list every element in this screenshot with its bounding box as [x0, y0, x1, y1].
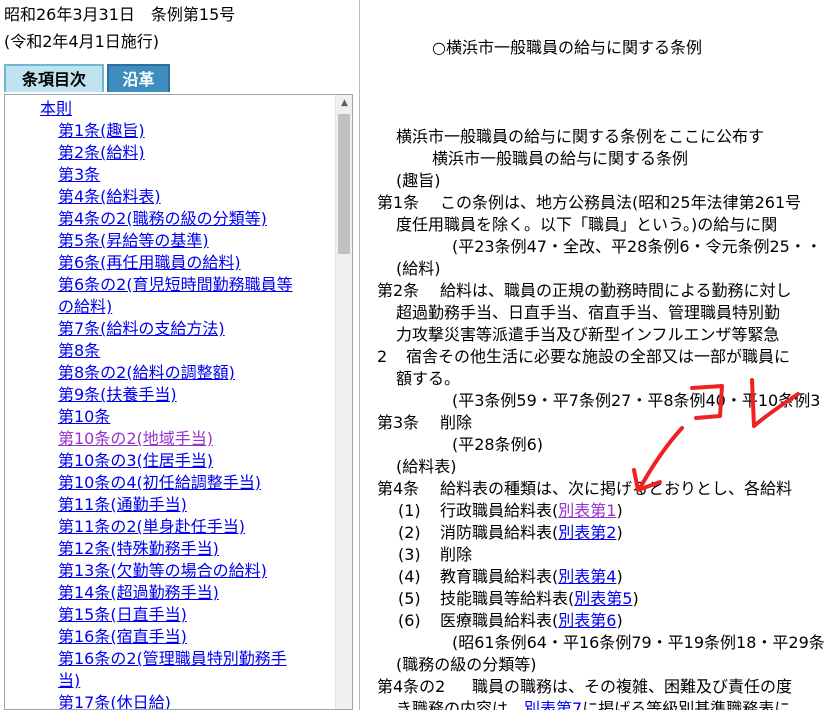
article-2-paragraph-2: 宿舎その他生活に必要な施設の全部又は一部が職員に	[406, 347, 791, 366]
toc-item[interactable]: 第16条の2(管理職員特別勤務手	[58, 648, 287, 670]
toc-panel: 本則 第1条(趣旨) 第2条(給料) 第3条 第4条(給料表) 第4条の2(職務…	[4, 94, 353, 710]
article-2-text: 給料は、職員の正規の勤務時間による勤務に対し	[440, 281, 792, 300]
article-2-text: 力攻撃災害等派遣手当及び新型インフルエンザ等緊急	[396, 325, 780, 344]
item-text: 医療職員給料表(	[440, 611, 559, 630]
article-4-item: 技能職員等給料表(別表第5)	[440, 588, 639, 610]
article-2-label: 第2条	[377, 281, 420, 300]
toc-item[interactable]: 第15条(日直手当)	[58, 604, 187, 626]
article-3-text: 削除	[440, 413, 473, 432]
toc-item[interactable]: 第4条の2(職務の級の分類等)	[58, 208, 267, 230]
toc-item[interactable]: 第11条(通勤手当)	[58, 494, 187, 516]
item-text: 行政職員給料表(	[440, 501, 559, 520]
article-2-history: (平3条例59・平7条例27・平8条例40・平10条例3	[452, 391, 821, 410]
toc-item[interactable]: 第16条(宿直手当)	[58, 626, 187, 648]
toc-item[interactable]: 当)	[58, 670, 80, 692]
left-pane: 昭和26年3月31日 条例第15号 (令和2年4月1日施行) 条項目次 沿革 本…	[0, 0, 359, 710]
appendix-table-4-link[interactable]: 別表第4	[558, 567, 616, 586]
toc-item[interactable]: 第5条(昇給等の基準)	[58, 230, 209, 252]
article-1-text: この条例は、地方公務員法(昭和25年法律第261号	[440, 193, 802, 212]
item-number: (2)	[398, 523, 421, 542]
item-close: )	[616, 611, 623, 630]
toc-item[interactable]: 第10条の4(初任給調整手当)	[58, 472, 261, 494]
scroll-thumb[interactable]	[338, 114, 350, 254]
toc-item-main-provisions[interactable]: 本則	[40, 98, 72, 120]
law-name: 横浜市一般職員の給与に関する条例	[432, 149, 689, 168]
item-number: (3)	[398, 545, 421, 564]
article-3-history: (平28条例6)	[452, 435, 544, 454]
tab-history[interactable]: 沿革	[107, 64, 170, 92]
appendix-table-1-link[interactable]: 別表第1	[558, 501, 616, 520]
promulgation-text: 横浜市一般職員の給与に関する条例をここに公布す	[396, 127, 765, 146]
article-1-label: 第1条	[377, 193, 420, 212]
tab-article-toc[interactable]: 条項目次	[4, 64, 104, 92]
article-4-history: (昭61条例64・平16条例79・平19条例18・平29条	[452, 633, 825, 652]
item-close: )	[632, 589, 639, 608]
heading-salary: (給料)	[396, 259, 441, 278]
toc-item[interactable]: 第10条	[58, 406, 110, 428]
article-4-label: 第4条	[377, 479, 420, 498]
appendix-table-7-link[interactable]: 別表第7	[524, 699, 582, 710]
article-4-item: 教育職員給料表(別表第4)	[440, 566, 623, 588]
heading-purpose: (趣旨)	[396, 171, 441, 190]
toc-item[interactable]: 第11条の2(単身赴任手当)	[58, 516, 245, 538]
toc-item[interactable]: 第7条(給料の支給方法)	[58, 318, 225, 340]
article-2-paragraph-2: 額する。	[396, 369, 461, 388]
appendix-table-6-link[interactable]: 別表第6	[558, 611, 616, 630]
item-close: )	[616, 501, 623, 520]
article-4-item: 医療職員給料表(別表第6)	[440, 610, 623, 632]
enactment-date: 昭和26年3月31日 条例第15号	[4, 5, 236, 24]
item-number: (4)	[398, 567, 421, 586]
article-3-label: 第3条	[377, 413, 420, 432]
toc-item[interactable]: 第14条(超過勤務手当)	[58, 582, 219, 604]
paragraph-number: 2	[377, 347, 388, 366]
toc-item[interactable]: 第6条の2(育児短時間勤務職員等	[58, 274, 293, 296]
toc-item[interactable]: 第9条(扶養手当)	[58, 384, 177, 406]
document-pane: ○横浜市一般職員の給与に関する条例 横浜市一般職員の給与に関する条例をここに公布…	[360, 0, 832, 710]
text-fragment: に掲げる等級別基準職務表に	[582, 699, 791, 710]
article-4-2-label: 第4条の2	[377, 677, 446, 696]
effective-date: (令和2年4月1日施行)	[4, 32, 160, 51]
toc-item[interactable]: 第8条	[58, 340, 100, 362]
toc-item[interactable]: 第6条(再任用職員の給料)	[58, 252, 241, 274]
article-1-text: 度任用職員を除く。以下「職員」という。)の給与に関	[396, 215, 778, 234]
toc-item[interactable]: 第13条(欠勤等の場合の給料)	[58, 560, 267, 582]
article-4-item: 消防職員給料表(別表第2)	[440, 522, 623, 544]
toc-item[interactable]: 第2条(給料)	[58, 142, 145, 164]
article-4-2-text: 職員の職務は、その複雑、困難及び責任の度	[472, 677, 793, 696]
toc-item[interactable]: 第3条	[58, 164, 100, 186]
item-text: 教育職員給料表(	[440, 567, 559, 586]
toc-scrollbar[interactable]: ▲	[335, 95, 352, 709]
toc-item[interactable]: 第1条(趣旨)	[58, 120, 145, 142]
article-1-history: (平23条例47・全改、平28条例6・令元条例25・・	[452, 237, 822, 256]
document-title: ○横浜市一般職員の給与に関する条例	[432, 38, 702, 57]
item-close: )	[616, 567, 623, 586]
item-close: )	[616, 523, 623, 542]
appendix-table-5-link[interactable]: 別表第5	[574, 589, 632, 608]
article-4-2-text: き職務の内容は、別表第7に掲げる等級別基準職務表に	[396, 698, 790, 710]
toc-item-visited[interactable]: 第10条の2(地域手当)	[58, 428, 213, 450]
toc-item[interactable]: 第12条(特殊勤務手当)	[58, 538, 219, 560]
article-2-text: 超過勤務手当、日直手当、宿直手当、管理職員特別勤	[396, 303, 781, 322]
item-text: 技能職員等給料表(	[440, 589, 575, 608]
text-fragment: き職務の内容は、	[396, 699, 525, 710]
appendix-table-2-link[interactable]: 別表第2	[558, 523, 616, 542]
scroll-up-arrow-icon[interactable]: ▲	[336, 95, 352, 112]
toc-item[interactable]: 第8条の2(給料の調整額)	[58, 362, 235, 384]
article-4-item: 行政職員給料表(別表第1)	[440, 500, 623, 522]
toc-item[interactable]: 第10条の3(住居手当)	[58, 450, 213, 472]
item-number: (1)	[398, 501, 421, 520]
toc-item[interactable]: 第4条(給料表)	[58, 186, 161, 208]
item-number: (5)	[398, 589, 421, 608]
heading-grade-classification: (職務の級の分類等)	[396, 655, 537, 674]
toc-item[interactable]: の給料)	[58, 296, 112, 318]
item-text: 消防職員給料表(	[440, 523, 559, 542]
article-4-text: 給料表の種類は、次に掲げるとおりとし、各給料	[440, 479, 793, 498]
item-number: (6)	[398, 611, 421, 630]
article-4-item: 削除	[440, 545, 473, 564]
heading-salary-table: (給料表)	[396, 457, 457, 476]
toc-item[interactable]: 第17条(休日給)	[58, 692, 171, 709]
